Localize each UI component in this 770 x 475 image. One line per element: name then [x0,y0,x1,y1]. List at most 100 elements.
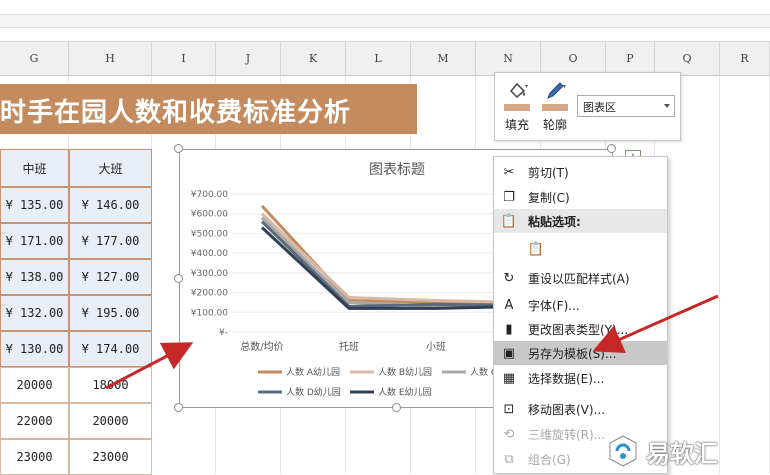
pen-icon: ▾ [543,79,567,103]
table-cell[interactable]: ¥ 177.00 [69,223,152,259]
fill-label: 填充 [504,118,529,132]
y-tick-label: ¥400.00 [191,249,228,259]
sheet-title: 时手在园人数和收费标准分析 [0,98,352,128]
column-header-O[interactable]: O [541,42,606,76]
select-data-icon: ▦ [502,370,516,386]
column-header-K[interactable]: K [281,42,346,76]
menu-item-change-chart-type[interactable]: ▮ 更改图表类型(Y)... [494,317,667,341]
y-tick-label: ¥500.00 [191,229,228,239]
sheet-title-banner: 时手在园人数和收费标准分析 [0,84,417,134]
outline-label: 轮廓 [542,118,567,132]
menu-item-label: 字体(F)... [528,298,580,313]
paste-option-icon: 📋 [527,241,545,257]
table-header-cell[interactable]: 中班 [0,149,69,187]
column-header-G[interactable]: G [0,42,69,76]
x-tick-label: 总数/均价 [240,340,283,353]
y-tick-label: ¥600.00 [191,210,228,220]
resize-handle-bm[interactable] [392,403,401,412]
fill-color-swatch [504,104,530,111]
menu-item-label: 粘贴选项: [528,214,581,229]
fill-button[interactable]: ▾ 填充 [499,79,535,135]
formula-bar-area [0,0,770,42]
font-icon: A [504,297,514,313]
table-cell[interactable]: ¥ 127.00 [69,259,152,295]
y-tick-label: ¥200.00 [191,289,228,299]
context-menu: ✂ 剪切(T) ❐ 复制(C) 📋 粘贴选项: 📋 ↻ 重设以匹配样式(A) A 字体(F)... ▮… [493,156,668,474]
paint-bucket-icon: ▾ [505,79,529,103]
resize-handle-tr[interactable] [607,144,616,153]
menu-item-label: 复制(C) [528,190,570,205]
resize-handle-ml[interactable] [174,274,183,283]
y-tick-label: ¥100.00 [191,308,228,318]
menu-item-select-data[interactable]: ▦ 选择数据(E)... [494,366,667,390]
menu-item-label: 剪切(T) [528,165,569,180]
column-header-H[interactable]: H [69,42,152,76]
resize-handle-bl[interactable] [174,403,183,412]
x-tick-label: 托班 [339,340,359,353]
save-template-icon: ▣ [502,345,516,361]
grid-column [720,76,770,474]
svg-text:▾: ▾ [525,83,528,90]
column-header-N[interactable]: N [476,42,541,76]
column-header-I[interactable]: I [152,42,216,76]
watermark-logo-icon [609,435,637,467]
chart-element-select-value: 图表区 [583,101,616,114]
table-header-cell[interactable]: 大班 [69,149,152,187]
table-cell[interactable]: ¥ 174.00 [69,331,152,367]
menu-item-label: 移动图表(V)... [528,402,606,417]
column-header-L[interactable]: L [346,42,411,76]
menu-item-label: 另存为模板(S)... [528,346,617,361]
column-header-M[interactable]: M [411,42,476,76]
legend-entry: 人数 B幼儿园 [378,366,432,378]
table-cell[interactable]: ¥ 195.00 [69,295,152,331]
table-cell[interactable]: ¥ 132.00 [0,295,69,331]
table-cell[interactable]: ¥ 146.00 [69,187,152,223]
group-icon: ⧉ [504,451,514,467]
y-tick-label: ¥700.00 [191,190,228,200]
table-cell[interactable]: ¥ 138.00 [0,259,69,295]
menu-item-reset-style[interactable]: ↻ 重设以匹配样式(A) [494,266,667,290]
menu-item-paste-option: 📋 [494,234,667,264]
table-cell[interactable]: 22000 [0,403,69,439]
x-tick-label: 小班 [426,341,446,353]
table-cell[interactable]: 20000 [69,403,152,439]
table-cell[interactable]: 20000 [0,367,69,403]
menu-item-label: 重设以匹配样式(A) [528,271,630,286]
menu-item-paste: 📋 粘贴选项: [494,209,667,233]
legend-entry: 人数 A幼儿园 [286,366,340,378]
menu-item-label: 选择数据(E)... [528,371,605,386]
svg-text:▾: ▾ [563,83,566,90]
move-chart-icon: ⊡ [503,401,515,417]
legend-entry: 人数 D幼儿园 [286,386,341,398]
menu-item-scissors[interactable]: ✂ 剪切(T) [494,160,667,184]
menu-item-move-chart[interactable]: ⊡ 移动图表(V)... [494,397,667,421]
change-chart-type-icon: ▮ [505,321,513,337]
scissors-icon: ✂ [503,164,515,180]
table-cell[interactable]: ¥ 135.00 [0,187,69,223]
table-cell[interactable]: 23000 [0,439,69,475]
y-tick-label: ¥300.00 [191,269,228,279]
column-header-P[interactable]: P [606,42,655,76]
formula-bar-strip [0,14,770,28]
watermark: 易软汇 [608,428,770,474]
table-cell[interactable]: 18000 [69,367,152,403]
3d-rotation-icon: ⟲ [503,426,515,442]
menu-item-copy[interactable]: ❐ 复制(C) [494,185,667,209]
column-header-R[interactable]: R [720,42,770,76]
menu-item-label: 组合(G) [528,452,571,467]
resize-handle-tl[interactable] [174,144,183,153]
menu-item-font[interactable]: A 字体(F)... [494,293,667,317]
chevron-down-icon [664,104,670,108]
column-header-Q[interactable]: Q [655,42,720,76]
table-cell[interactable]: ¥ 130.00 [0,331,69,367]
menu-item-label: 更改图表类型(Y)... [528,322,629,337]
reset-style-icon: ↻ [503,270,515,286]
menu-item-save-template[interactable]: ▣ 另存为模板(S)... [494,341,667,365]
legend-entry: 人数 E幼儿园 [378,386,432,398]
chart-title[interactable]: 图表标题 [369,162,425,178]
table-cell[interactable]: 23000 [69,439,152,475]
chart-element-select[interactable]: 图表区 [577,95,675,117]
outline-button[interactable]: ▾ 轮廓 [537,79,573,135]
table-cell[interactable]: ¥ 171.00 [0,223,69,259]
column-header-J[interactable]: J [216,42,281,76]
